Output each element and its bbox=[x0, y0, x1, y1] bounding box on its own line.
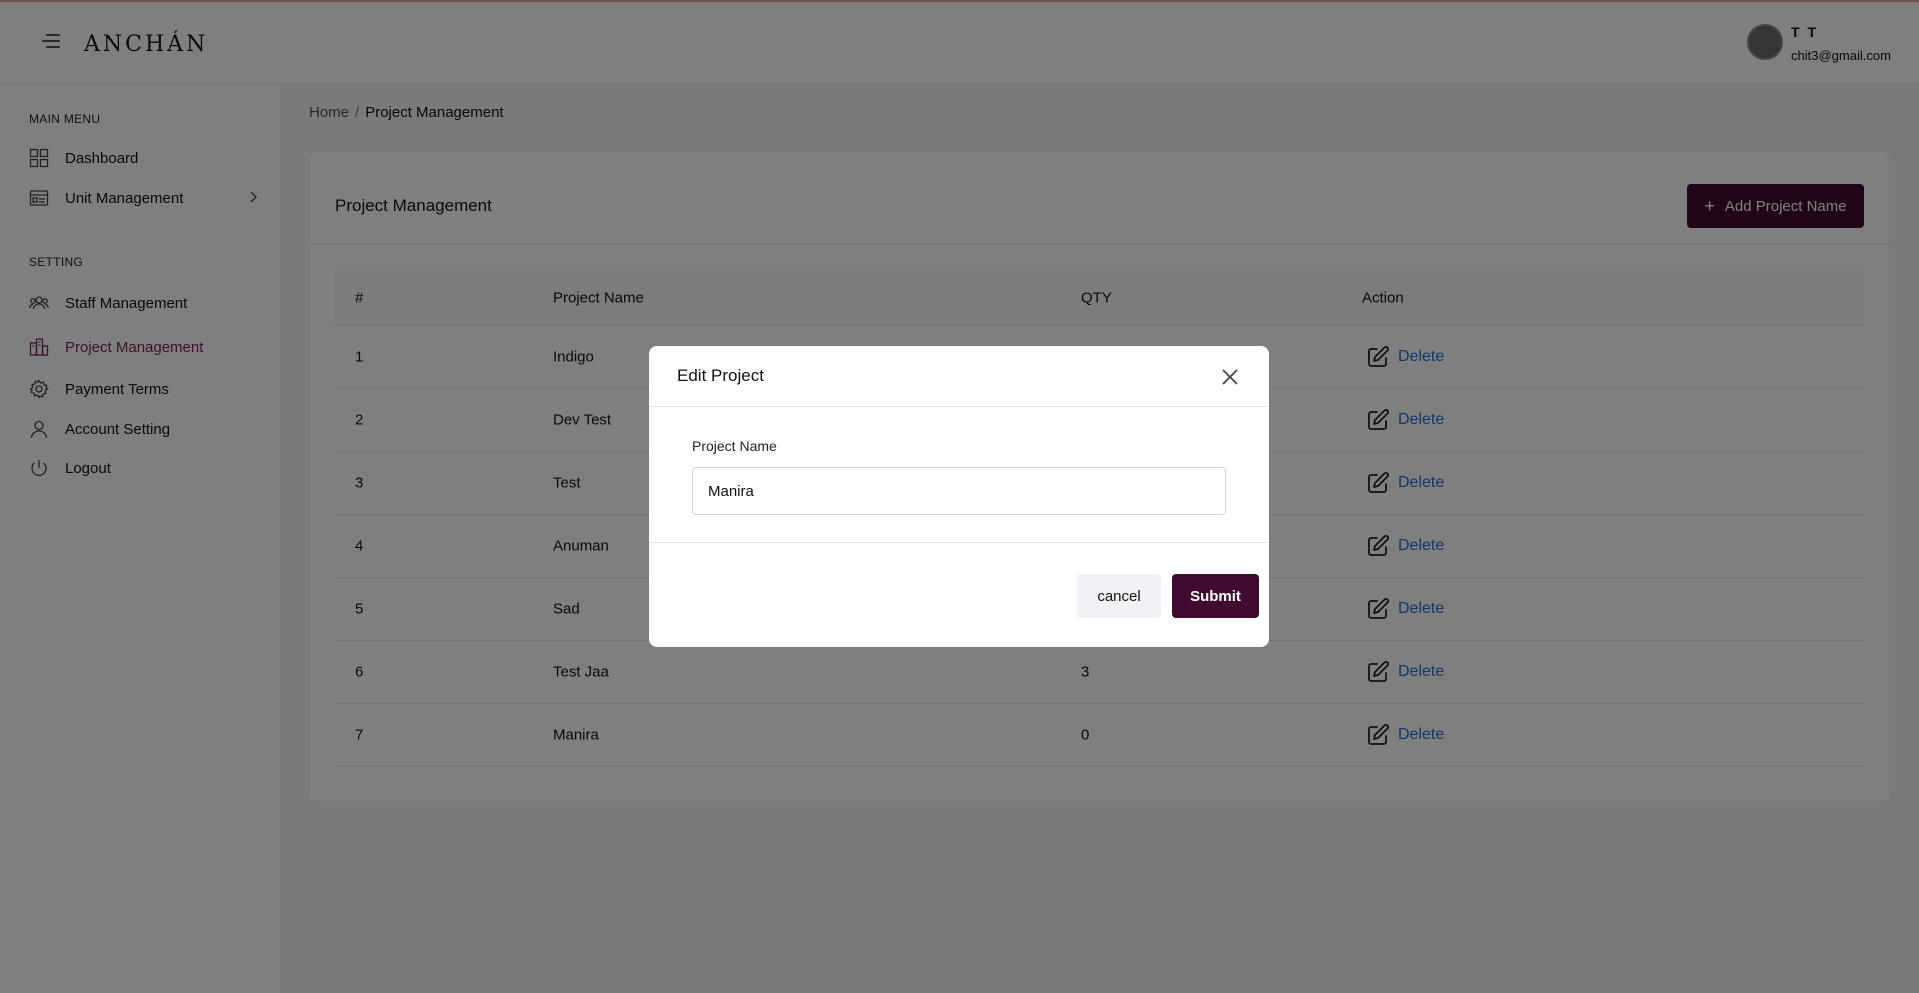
project-name-label: Project Name bbox=[692, 438, 777, 454]
close-icon[interactable] bbox=[1219, 366, 1241, 388]
modal-divider bbox=[649, 406, 1269, 407]
edit-project-modal: Edit Project Project Name cancel Submit bbox=[649, 346, 1269, 647]
cancel-button[interactable]: cancel bbox=[1077, 574, 1161, 618]
modal-title: Edit Project bbox=[677, 366, 764, 385]
submit-button[interactable]: Submit bbox=[1172, 574, 1259, 618]
modal-divider bbox=[649, 542, 1269, 543]
project-name-input[interactable] bbox=[692, 467, 1226, 515]
